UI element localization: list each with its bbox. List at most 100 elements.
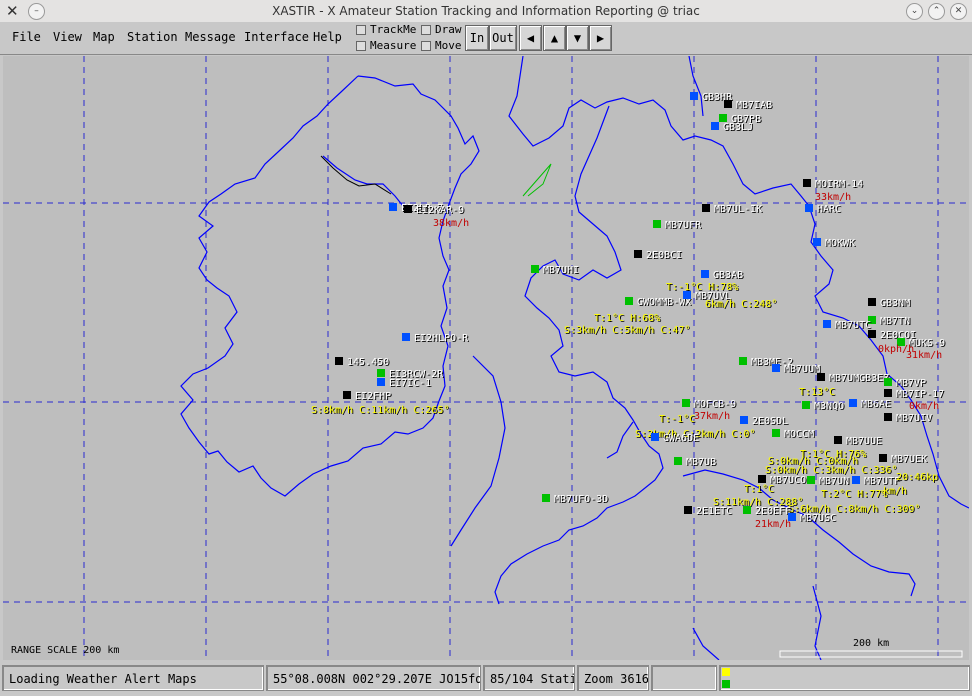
station-label[interactable]: MB7UIV xyxy=(896,413,932,424)
station-label[interactable]: MB7UHI xyxy=(543,265,579,276)
trackme-checkbox[interactable] xyxy=(356,25,366,35)
station-symbol-icon[interactable] xyxy=(702,204,710,212)
station-symbol-icon[interactable] xyxy=(625,297,633,305)
station-label[interactable]: MB7UN xyxy=(819,476,849,487)
station-label[interactable]: MB7UCO xyxy=(770,475,806,486)
station-label[interactable]: MOCCM xyxy=(784,429,814,440)
station-symbol-icon[interactable] xyxy=(758,475,766,483)
map-canvas[interactable]: EI2LR-7 EI2LR-7 EI2KAR-9 EI2KAR-9 38km/h EI2H… xyxy=(3,56,969,660)
pan-down-button[interactable]: ▼ xyxy=(566,25,589,51)
station-symbol-icon[interactable] xyxy=(807,476,815,484)
station-symbol-icon[interactable] xyxy=(849,399,857,407)
station-symbol-icon[interactable] xyxy=(743,506,751,514)
menu-interface[interactable]: Interface xyxy=(244,30,309,44)
measure-checkbox[interactable] xyxy=(356,41,366,51)
station-symbol-icon[interactable] xyxy=(542,494,550,502)
station-symbol-icon[interactable] xyxy=(868,330,876,338)
zoom-out-button[interactable]: Out xyxy=(489,25,517,51)
station-symbol-icon[interactable] xyxy=(389,203,397,211)
station-symbol-icon[interactable] xyxy=(531,265,539,273)
station-symbol-icon[interactable] xyxy=(802,401,810,409)
station-label[interactable]: MB7UTC xyxy=(835,320,871,331)
station-symbol-icon[interactable] xyxy=(674,457,682,465)
station-symbol-icon[interactable] xyxy=(377,369,385,377)
station-label[interactable]: GB3NM xyxy=(880,298,910,309)
station-label[interactable]: GWA6DE xyxy=(663,433,699,444)
station-label[interactable]: MB7UEK xyxy=(891,454,927,465)
station-symbol-icon[interactable] xyxy=(884,413,892,421)
station-label[interactable]: MB7UMGB3EZ xyxy=(829,373,889,384)
station-symbol-icon[interactable] xyxy=(879,454,887,462)
station-label[interactable]: MB7VP xyxy=(896,378,926,389)
station-symbol-icon[interactable] xyxy=(634,250,642,258)
maximize-button[interactable]: ⌃ xyxy=(928,3,945,20)
station-label[interactable]: MB7TN xyxy=(880,316,910,327)
station-symbol-icon[interactable] xyxy=(817,373,825,381)
draw-toggle[interactable]: Draw xyxy=(421,23,462,37)
draw-checkbox[interactable] xyxy=(421,25,431,35)
station-label[interactable]: 2E0BCI xyxy=(646,250,682,261)
pan-up-button[interactable]: ▲ xyxy=(543,25,566,51)
menu-message[interactable]: Message xyxy=(185,30,236,44)
station-label[interactable]: MB7UB xyxy=(686,457,716,468)
station-label[interactable]: MOIRM-14 xyxy=(815,179,863,190)
station-label[interactable]: MB7USC xyxy=(800,513,836,524)
station-label[interactable]: 145.450 xyxy=(347,357,389,368)
station-symbol-icon[interactable] xyxy=(404,205,412,213)
station-label[interactable]: HARC xyxy=(817,204,841,215)
station-symbol-icon[interactable] xyxy=(719,114,727,122)
station-symbol-icon[interactable] xyxy=(739,357,747,365)
station-label[interactable]: MB7UFO-3D xyxy=(554,494,608,505)
station-symbol-icon[interactable] xyxy=(772,364,780,372)
station-label[interactable]: MB7UUM xyxy=(784,364,820,375)
station-symbol-icon[interactable] xyxy=(653,220,661,228)
station-label[interactable]: MOFCB-9 xyxy=(694,399,736,410)
move-toggle[interactable]: Move xyxy=(421,39,462,53)
station-symbol-icon[interactable] xyxy=(335,357,343,365)
station-label[interactable]: 2E0SDL xyxy=(752,416,788,427)
station-symbol-icon[interactable] xyxy=(772,429,780,437)
station-label[interactable]: 2E0EFF xyxy=(755,506,791,517)
pan-right-button[interactable]: ▶ xyxy=(589,25,612,51)
station-label[interactable]: M3NQO xyxy=(814,401,844,412)
station-symbol-icon[interactable] xyxy=(834,436,842,444)
station-label[interactable]: MOKWK xyxy=(825,238,855,249)
station-symbol-icon[interactable] xyxy=(884,378,892,386)
station-label[interactable]: MB7UL-IK xyxy=(714,204,762,215)
station-symbol-icon[interactable] xyxy=(684,506,692,514)
station-symbol-icon[interactable] xyxy=(805,204,813,212)
station-label[interactable]: 2E1ETC xyxy=(696,506,732,517)
station-label[interactable]: MB7IAB xyxy=(736,100,772,111)
station-label[interactable]: EI7IC-1 xyxy=(389,378,431,389)
station-symbol-icon[interactable] xyxy=(852,476,860,484)
measure-toggle[interactable]: Measure xyxy=(356,39,416,53)
close-button[interactable]: ✕ xyxy=(950,3,967,20)
station-label[interactable]: MB7IP-17 xyxy=(896,389,944,400)
station-label[interactable]: EI2HLPO-R xyxy=(414,333,469,344)
station-symbol-icon[interactable] xyxy=(884,389,892,397)
pan-left-button[interactable]: ◀ xyxy=(519,25,542,51)
station-symbol-icon[interactable] xyxy=(724,100,732,108)
menu-view[interactable]: View xyxy=(53,30,82,44)
station-symbol-icon[interactable] xyxy=(377,378,385,386)
station-symbol-icon[interactable] xyxy=(683,291,691,299)
menu-help[interactable]: Help xyxy=(313,30,342,44)
station-symbol-icon[interactable] xyxy=(690,92,698,100)
station-label[interactable]: MB7UFR xyxy=(665,220,702,231)
move-checkbox[interactable] xyxy=(421,41,431,51)
minimize-button[interactable]: ⌄ xyxy=(906,3,923,20)
station-symbol-icon[interactable] xyxy=(803,179,811,187)
station-label[interactable]: EI2FHP xyxy=(355,391,391,402)
station-label[interactable]: GB3LJ xyxy=(723,122,753,133)
menu-map[interactable]: Map xyxy=(93,30,115,44)
station-label[interactable]: GB3AB xyxy=(713,270,743,281)
menu-station[interactable]: Station xyxy=(127,30,178,44)
station-label[interactable]: MUKS-9 xyxy=(909,338,945,349)
station-label[interactable]: MB6AE xyxy=(861,399,891,410)
menu-file[interactable]: File xyxy=(12,30,41,44)
station-symbol-icon[interactable] xyxy=(813,238,821,246)
station-symbol-icon[interactable] xyxy=(823,320,831,328)
map-svg[interactable]: EI2LR-7EI2LR-7EI2KAR-9EI2KAR-938km/hEI2H… xyxy=(3,56,969,660)
station-symbol-icon[interactable] xyxy=(343,391,351,399)
zoom-in-button[interactable]: In xyxy=(465,25,489,51)
